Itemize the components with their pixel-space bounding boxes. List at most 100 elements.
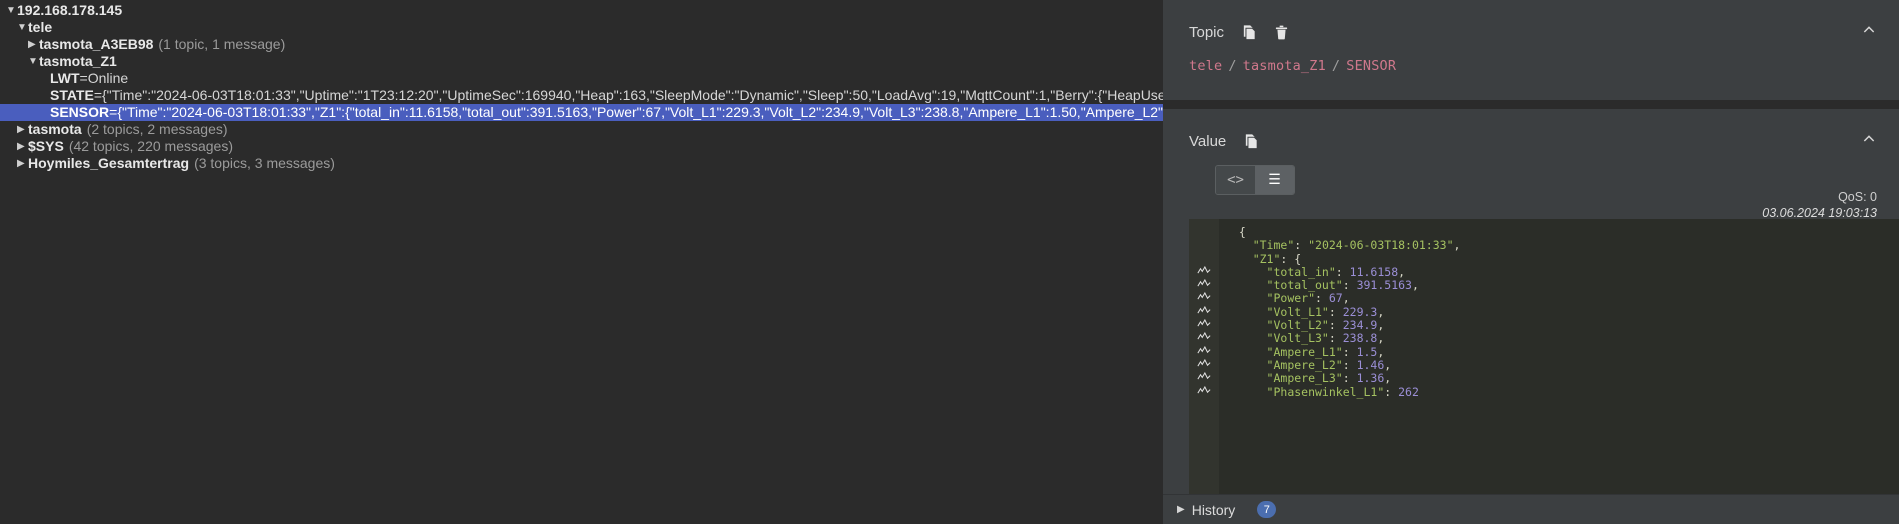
qos-info: QoS: 0 03.06.2024 19:03:13: [1762, 189, 1877, 221]
sparkline-chart-icon[interactable]: [1189, 358, 1219, 372]
json-punct: ,: [1377, 331, 1385, 346]
json-punct: :: [1328, 318, 1343, 333]
tree-node-tasmota-a3eb98[interactable]: ▶ tasmota_A3EB98 (1 topic, 1 message): [0, 36, 1163, 53]
tree-node-label: Hoymiles_Gesamtertrag: [28, 155, 190, 171]
tree-node-tasmota-z1[interactable]: ▼ tasmota_Z1: [0, 53, 1163, 70]
json-punct: ,: [1377, 304, 1385, 319]
sparkline-chart-icon[interactable]: [1189, 372, 1219, 385]
tree-row[interactable]: ▶STATE = {"Time":"2024-06-03T18:01:33","…: [0, 87, 1163, 104]
tree-node-label: tasmota_Z1: [39, 53, 117, 69]
json-line: "Volt_L1": 229.3,: [1225, 304, 1899, 319]
json-line: "Ampere_L2": 1.46,: [1225, 357, 1899, 372]
tree-leaf-sensor[interactable]: ▶SENSOR = {"Time":"2024-06-03T18:01:33",…: [0, 104, 1163, 121]
tree-leaf-state[interactable]: ▶STATE = {"Time":"2024-06-03T18:01:33","…: [0, 87, 1163, 104]
chevron-right-icon[interactable]: ▶: [17, 155, 28, 172]
json-key: "total_in": [1266, 264, 1336, 279]
json-punct: :: [1294, 238, 1309, 253]
sparkline-chart-icon[interactable]: [1189, 385, 1219, 399]
json-content: { "Time": "2024-06-03T18:01:33", "Z1": {…: [1219, 219, 1899, 494]
value-toolbar: <> ☰ QoS: 0 03.06.2024 19:03:13: [1163, 155, 1899, 220]
json-key: "Power": [1266, 291, 1316, 306]
breadcrumb-segment[interactable]: tele: [1189, 58, 1222, 74]
topic-section-header: Topic: [1163, 0, 1899, 46]
chevron-right-icon[interactable]: ▶: [17, 138, 28, 155]
tree-row[interactable]: ▶LWT = Online: [0, 70, 1163, 87]
copy-icon[interactable]: [1238, 21, 1260, 43]
chevron-down-icon[interactable]: ▼: [28, 53, 39, 70]
json-value-viewer[interactable]: { "Time": "2024-06-03T18:01:33", "Z1": {…: [1189, 219, 1899, 494]
json-line: {: [1225, 225, 1899, 239]
json-punct: :: [1342, 371, 1357, 386]
json-line: "Power": 67,: [1225, 292, 1899, 305]
chevron-right-icon[interactable]: ▶: [17, 121, 28, 138]
value-section-title: Value: [1189, 132, 1227, 150]
json-key: "Phasenwinkel_L1": [1266, 384, 1385, 399]
detail-pane: Topic tele / tasmota_Z1 / SENSOR Value <…: [1163, 0, 1899, 524]
tree-node-hoymiles-gesamtertrag[interactable]: ▶ Hoymiles_Gesamtertrag (3 topics, 3 messa…: [0, 155, 1163, 172]
tree-row[interactable]: ▼ tasmota_Z1: [0, 53, 1163, 70]
tree-row[interactable]: ▶ $SYS (42 topics, 220 messages): [0, 138, 1163, 155]
json-key: "Ampere_L2": [1266, 357, 1343, 372]
history-expand-chevron-right-icon[interactable]: ▶: [1177, 504, 1185, 515]
sparkline-chart-icon[interactable]: [1189, 345, 1219, 359]
json-punct: : {: [1280, 251, 1302, 266]
tree-node-label: tele: [28, 19, 53, 35]
json-line: "total_out": 391.5163,: [1225, 279, 1899, 292]
topic-breadcrumb[interactable]: tele / tasmota_Z1 / SENSOR: [1163, 46, 1899, 100]
json-number: 1.36: [1356, 371, 1385, 386]
json-punct: :: [1335, 264, 1350, 279]
view-mode-raw-button[interactable]: ☰: [1255, 166, 1294, 194]
tree-node-meta: (3 topics, 3 messages): [194, 155, 335, 171]
tree-node-meta: (2 topics, 2 messages): [86, 121, 228, 137]
breadcrumb-segment[interactable]: tasmota_Z1: [1243, 58, 1326, 74]
value-collapse-chevron-up-icon[interactable]: [1861, 131, 1877, 147]
tree-node-192-168-178-145[interactable]: ▼ 192.168.178.145: [0, 2, 1163, 19]
tree-row[interactable]: ▶ Hoymiles_Gesamtertrag (3 topics, 3 messa…: [0, 155, 1163, 172]
history-count-badge: 7: [1257, 501, 1277, 518]
history-section[interactable]: ▶ History 7: [1163, 494, 1899, 524]
sparkline-chart-icon[interactable]: [1189, 332, 1219, 345]
topic-tree-pane[interactable]: ▼ 192.168.178.145 ▼ tele ▶ tasmota_A3EB98 (1 t…: [0, 0, 1163, 524]
json-number: 238.8: [1342, 331, 1378, 346]
sparkline-chart-icon[interactable]: [1189, 279, 1219, 292]
json-punct: ,: [1342, 291, 1350, 306]
topic-section-title: Topic: [1189, 23, 1225, 41]
chevron-down-icon[interactable]: ▼: [17, 19, 28, 36]
tree-row[interactable]: ▼ 192.168.178.145: [0, 2, 1163, 19]
json-key: "Volt_L3": [1266, 331, 1329, 346]
json-number: 262: [1398, 384, 1419, 399]
tree-leaf-lwt[interactable]: ▶LWT = Online: [0, 70, 1163, 87]
trash-icon[interactable]: [1270, 21, 1292, 43]
sparkline-chart-icon[interactable]: [1189, 305, 1219, 319]
section-divider: [1163, 100, 1899, 109]
sparkline-chart-icon[interactable]: [1189, 292, 1219, 305]
tree-row[interactable]: ▶ tasmota_A3EB98 (1 topic, 1 message): [0, 36, 1163, 53]
view-mode-toggle[interactable]: <> ☰: [1215, 165, 1295, 195]
chevron-down-icon[interactable]: ▼: [6, 2, 17, 19]
tree-node-tele[interactable]: ▼ tele: [0, 19, 1163, 36]
json-number: 229.3: [1342, 304, 1378, 319]
chevron-right-icon[interactable]: ▶: [28, 36, 39, 53]
topic-collapse-chevron-up-icon[interactable]: [1861, 22, 1877, 38]
copy-icon[interactable]: [1240, 130, 1262, 152]
tree-row[interactable]: ▶ tasmota (2 topics, 2 messages): [0, 121, 1163, 138]
view-mode-code-button[interactable]: <>: [1216, 166, 1255, 194]
tree-node-tasmota[interactable]: ▶ tasmota (2 topics, 2 messages): [0, 121, 1163, 138]
json-line: "Ampere_L3": 1.36,: [1225, 372, 1899, 385]
tree-row[interactable]: ▼ tele: [0, 19, 1163, 36]
tree-node--sys[interactable]: ▶ $SYS (42 topics, 220 messages): [0, 138, 1163, 155]
json-punct: ,: [1377, 344, 1385, 359]
sparkline-chart-icon[interactable]: [1189, 318, 1219, 332]
breadcrumb-segment[interactable]: SENSOR: [1346, 58, 1396, 74]
json-key: "Ampere_L3": [1266, 371, 1343, 386]
tree-row[interactable]: ▶SENSOR = {"Time":"2024-06-03T18:01:33",…: [0, 104, 1163, 121]
sparkline-chart-icon[interactable]: [1189, 265, 1219, 279]
tree-node-label: tasmota_A3EB98: [39, 36, 154, 52]
tree-node-meta: (42 topics, 220 messages): [68, 138, 234, 154]
